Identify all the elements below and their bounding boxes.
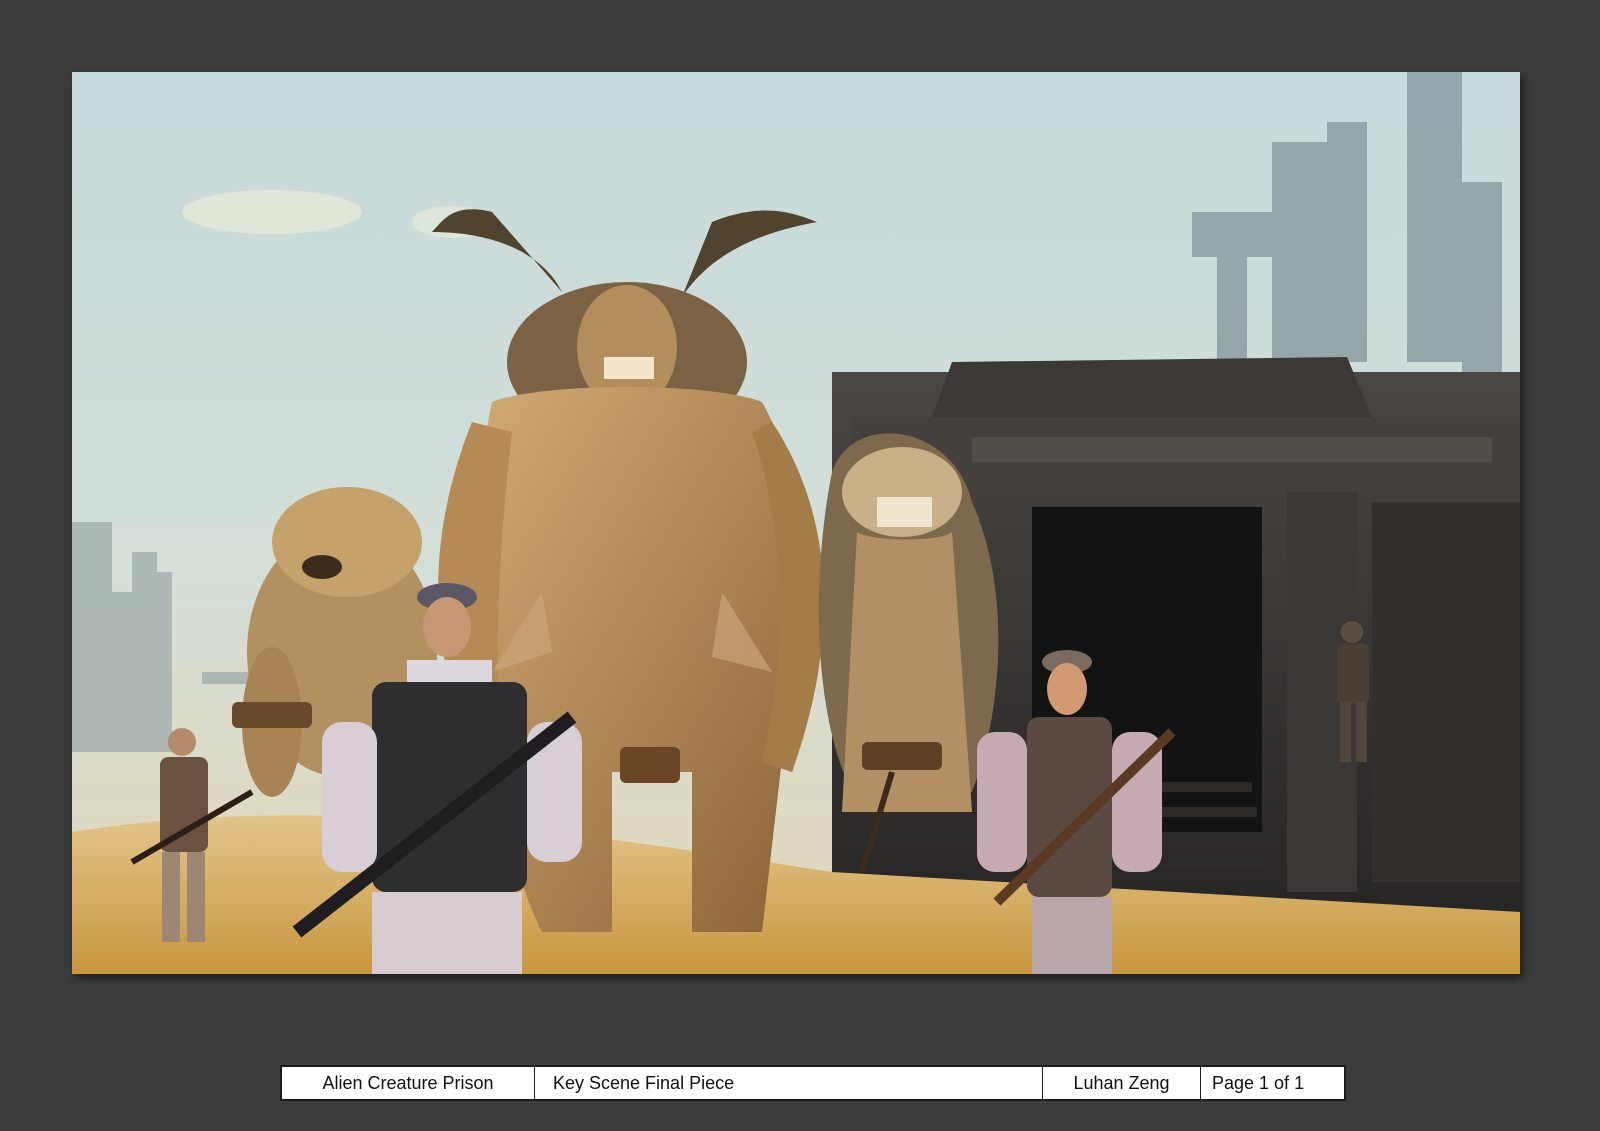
title-block: Alien Creature Prison Key Scene Final Pi…	[280, 1065, 1346, 1101]
artist-name: Luhan Zeng	[1043, 1067, 1201, 1099]
concept-art-painting	[72, 72, 1520, 974]
piece-description: Key Scene Final Piece	[535, 1067, 1043, 1099]
page-number: Page 1 of 1	[1212, 1072, 1305, 1093]
cloud	[182, 190, 362, 234]
painting-canvas	[72, 72, 1520, 974]
project-title: Alien Creature Prison	[282, 1067, 535, 1099]
presentation-sheet: Alien Creature Prison Key Scene Final Pi…	[0, 0, 1600, 1131]
